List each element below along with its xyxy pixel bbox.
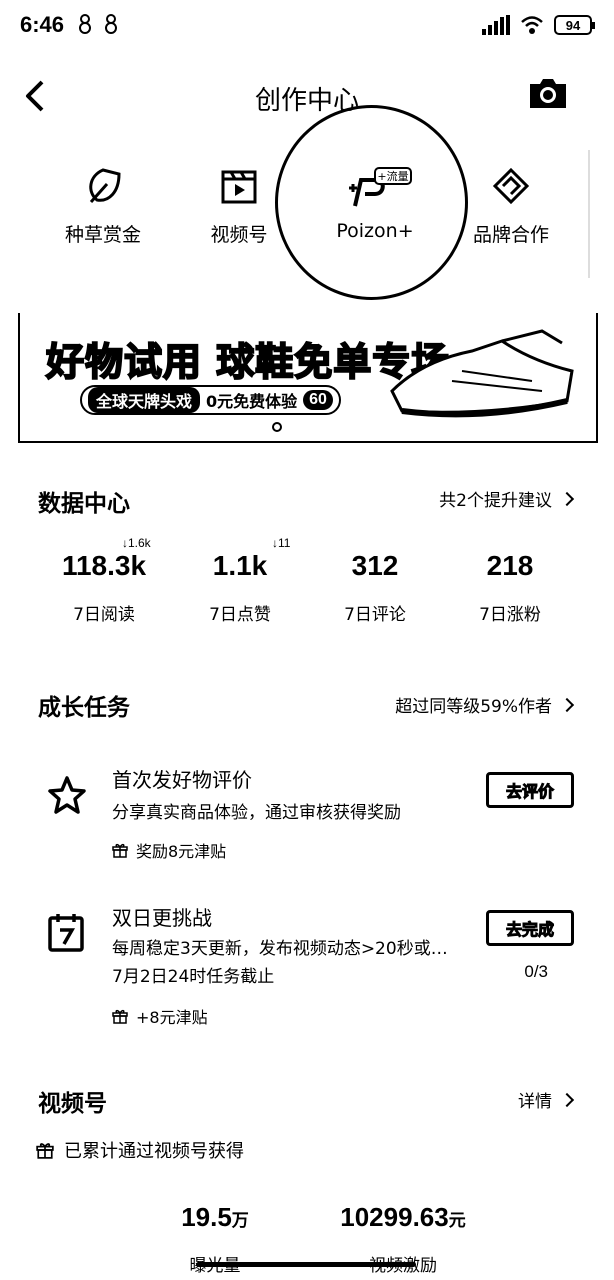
highlight-circle — [275, 105, 468, 300]
data-suggestions-link[interactable]: 共2个提升建议 — [439, 486, 575, 511]
stat-value: 218 — [486, 550, 534, 581]
wifi-icon — [521, 16, 543, 34]
status-time: 6:46 — [20, 12, 65, 37]
growth-rank-link[interactable]: 超过同等级59%作者 — [395, 692, 575, 717]
stat-comments[interactable]: 312 7日评论 — [305, 550, 445, 625]
video-total-label: 已累计通过视频号获得 — [64, 1141, 244, 1162]
task-title: 首次发好物评价 — [112, 768, 252, 792]
carousel-indicator — [272, 422, 282, 432]
banner-text: 0元免费体验 — [206, 392, 298, 411]
task-progress: 0/3 — [524, 962, 548, 981]
notification-icon — [79, 14, 91, 34]
stat-label: 7日涨粉 — [479, 605, 541, 625]
handshake-icon — [492, 167, 530, 205]
camera-icon[interactable] — [528, 76, 568, 110]
stat-delta: ↓1.6k — [122, 536, 151, 550]
section-title-video: 视频号 — [38, 1091, 107, 1117]
banner-num: 60 — [303, 390, 333, 410]
task-title: 双日更挑战 — [112, 906, 212, 930]
chevron-right-icon — [559, 697, 575, 712]
sneaker-image — [390, 329, 574, 418]
chevron-right-icon — [559, 1092, 575, 1107]
stat-value: 312 — [351, 550, 399, 581]
stat-label: 7日评论 — [344, 605, 406, 625]
video-details-label: 详情 — [518, 1092, 552, 1112]
gift-icon — [36, 1143, 54, 1159]
task-reward-label: 奖励8元津贴 — [136, 842, 227, 861]
task-reward-label: +8元津贴 — [136, 1008, 208, 1027]
task-deadline: 7月2日24时任务截止 — [112, 967, 275, 987]
calendar-icon — [48, 914, 84, 952]
stat-reads[interactable]: ↓1.6k 118.3k 7日阅读 — [34, 536, 174, 625]
video-total: 已累计通过视频号获得 — [36, 1137, 244, 1163]
task-desc: 每周稳定3天更新，发布视频动态>20秒或… — [112, 939, 448, 959]
leaf-icon — [89, 168, 121, 203]
task-reward: +8元津贴 — [112, 1004, 208, 1028]
quick-link-seeding-reward[interactable]: 种草赏金 — [33, 160, 173, 247]
battery-indicator: 94 — [554, 15, 595, 35]
quick-link-label: 种草赏金 — [64, 224, 141, 246]
stat-followers[interactable]: 218 7日涨粉 — [440, 550, 580, 625]
stat-label: 7日点赞 — [209, 605, 271, 625]
video-details-link[interactable]: 详情 — [518, 1087, 575, 1112]
page-title: 创作中心 — [254, 86, 359, 116]
notification-icon — [105, 14, 117, 34]
signal-icon — [482, 15, 510, 35]
stat-delta: ↓11 — [272, 536, 291, 550]
stat-likes[interactable]: ↓11 1.1k 7日点赞 — [170, 536, 310, 625]
banner-tag: 全球天牌头戏 — [88, 387, 201, 413]
chevron-right-icon — [559, 491, 575, 506]
review-button[interactable]: 去评价 — [486, 772, 574, 808]
gift-icon — [112, 1009, 128, 1024]
gift-icon — [112, 843, 128, 858]
data-stats: ↓1.6k 118.3k 7日阅读 ↓11 1.1k 7日点赞 312 7日评论… — [0, 536, 614, 630]
complete-button[interactable]: 去完成 — [486, 910, 574, 946]
divider — [588, 150, 590, 278]
stat-value: 1.1k — [212, 550, 268, 581]
stat-value: 118.3k — [61, 550, 147, 581]
growth-rank-label: 超过同等级59%作者 — [395, 697, 552, 717]
data-suggestions-label: 共2个提升建议 — [439, 491, 552, 511]
video-stat-value: 10299.63元 — [340, 1202, 466, 1232]
star-icon — [48, 776, 86, 814]
banner-subtitle: 全球天牌头戏 0元免费体验 60 — [80, 385, 341, 415]
section-title-data: 数据中心 — [38, 491, 130, 517]
nav-bar: 创作中心 — [0, 62, 614, 132]
task-desc: 分享真实商品体验，通过审核获得奖励 — [112, 803, 401, 823]
home-indicator[interactable] — [196, 1262, 416, 1267]
video-stat-value: 19.5万 — [181, 1202, 249, 1232]
task-reward: 奖励8元津贴 — [112, 838, 226, 862]
status-bar: 6:46 94 — [0, 0, 614, 52]
video-icon — [221, 170, 257, 204]
stat-label: 7日阅读 — [73, 605, 135, 625]
section-title-growth: 成长任务 — [38, 695, 130, 721]
promo-banner[interactable]: 好物试用 球鞋免单专场 全球天牌头戏 0元免费体验 60 — [18, 313, 598, 443]
